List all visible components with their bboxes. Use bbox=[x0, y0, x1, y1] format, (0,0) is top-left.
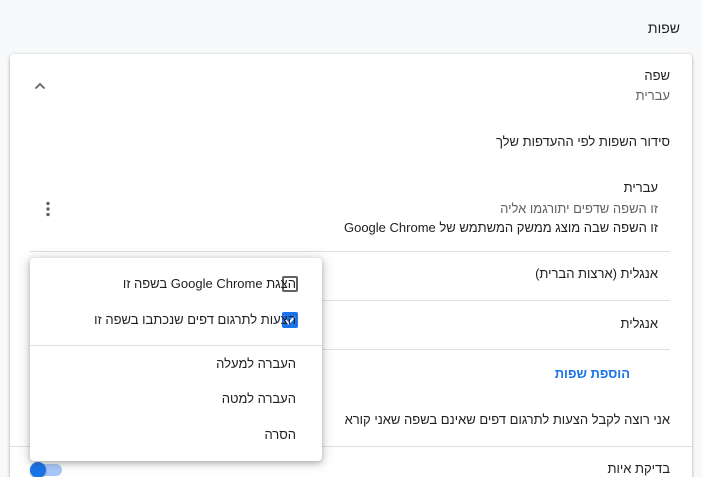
translate-suggest-label: אני רוצה לקבל הצעות לתרגום דפים שאינם בש… bbox=[344, 412, 670, 427]
chevron-up-icon[interactable] bbox=[32, 78, 48, 94]
language-context-menu: הצגת Google Chrome בשפה זו הצעות לתרגום … bbox=[30, 258, 322, 461]
language-item-english: אנגלית bbox=[620, 316, 658, 331]
toggle-knob bbox=[30, 462, 46, 477]
menu-item-remove[interactable]: הסרה bbox=[264, 427, 296, 442]
spell-check-label: בדיקת איות bbox=[607, 461, 670, 476]
spell-check-toggle[interactable] bbox=[30, 462, 62, 477]
menu-item-move-down[interactable]: העברה למטה bbox=[222, 391, 296, 406]
language-header-value: עברית bbox=[635, 88, 670, 103]
menu-divider bbox=[30, 345, 322, 346]
menu-item-move-up[interactable]: העברה למעלה bbox=[216, 356, 296, 371]
divider bbox=[30, 251, 670, 252]
menu-item-display-chrome[interactable]: הצגת Google Chrome בשפה זו bbox=[123, 276, 296, 291]
order-languages-title: סידור השפות לפי ההעדפות שלך bbox=[495, 134, 670, 149]
add-languages-button[interactable]: הוספת שפות bbox=[555, 366, 630, 381]
section-title: שפות bbox=[647, 20, 680, 36]
language-item-english-us: אנגלית (ארצות הברית) bbox=[535, 266, 658, 281]
language-item-hebrew-desc-translate: זו השפה שדפים יתורגמו אליה bbox=[500, 201, 658, 216]
language-header-title[interactable]: שפה bbox=[644, 68, 670, 83]
menu-item-offer-translate[interactable]: הצעות לתרגום דפים שנכתבו בשפה זו bbox=[94, 312, 296, 327]
language-item-hebrew-desc-ui: זו השפה שבה מוצג ממשק המשתמש של Google C… bbox=[343, 220, 658, 235]
more-vert-icon[interactable] bbox=[40, 200, 56, 218]
language-item-hebrew: עברית bbox=[623, 180, 658, 195]
